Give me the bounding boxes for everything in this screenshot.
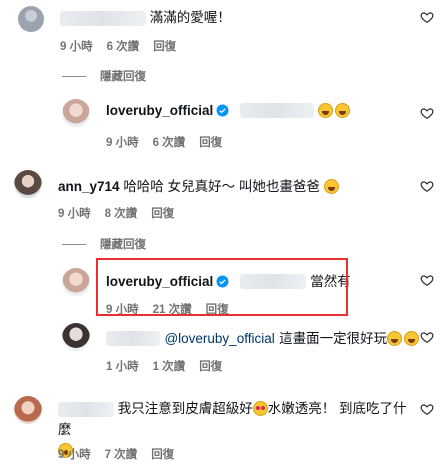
reply-meta: 9 小時 6 次讚 回復 xyxy=(106,134,236,150)
avatar[interactable] xyxy=(14,170,42,198)
highlight-box xyxy=(96,258,348,316)
reply-text: 這畫面一定很好玩 xyxy=(279,331,388,346)
laughing-emoji-icon xyxy=(387,331,403,346)
laughing-emoji-icon xyxy=(323,179,339,194)
verified-badge-icon xyxy=(216,104,229,117)
reply-button[interactable]: 回復 xyxy=(153,41,176,53)
blurred-username xyxy=(58,401,114,417)
reply-username[interactable]: loveruby_official xyxy=(106,103,213,118)
comment-username[interactable]: ann_y714 xyxy=(58,179,120,194)
blurred-mention xyxy=(239,103,314,119)
reply-likes[interactable]: 1 次讚 xyxy=(153,361,186,373)
reply-button[interactable]: 回復 xyxy=(199,137,222,149)
reply-header: @loveruby_official 這畫面一定很好玩 xyxy=(106,327,420,348)
heart-icon[interactable] xyxy=(420,179,434,193)
avatar[interactable] xyxy=(62,268,90,296)
heart-icon[interactable] xyxy=(420,273,434,287)
heart-icon[interactable] xyxy=(420,106,434,120)
comment-likes[interactable]: 7 次讚 xyxy=(105,449,138,461)
avatar[interactable] xyxy=(14,396,42,424)
reply-button[interactable]: 回復 xyxy=(151,449,174,461)
avatar[interactable] xyxy=(18,6,44,32)
hide-replies-button[interactable]: 隱藏回復 xyxy=(62,236,146,252)
reply-header: loveruby_official xyxy=(106,102,351,120)
comment-text: 滿滿的愛喔！ xyxy=(60,6,231,26)
comment-time: 9 小時 xyxy=(60,41,93,53)
heart-eyes-emoji-icon xyxy=(252,401,268,416)
reply-time: 9 小時 xyxy=(106,137,139,149)
divider-dash xyxy=(62,76,86,78)
hide-replies-button[interactable]: 隱藏回復 xyxy=(62,68,146,84)
comment-likes[interactable]: 8 次讚 xyxy=(105,208,138,220)
comment-time: 9 小時 xyxy=(58,449,91,461)
comment-text: ann_y714 哈哈哈 女兒真好～ 叫她也畫爸爸 xyxy=(58,175,339,195)
laughing-emoji-icon xyxy=(318,103,334,118)
reply-time: 1 小時 xyxy=(106,361,139,373)
reply-mention[interactable]: @loveruby_official xyxy=(164,331,274,346)
avatar[interactable] xyxy=(62,323,90,351)
divider-dash xyxy=(62,244,86,246)
comment-likes[interactable]: 6 次讚 xyxy=(107,41,140,53)
reply-meta: 1 小時 1 次讚 回復 xyxy=(106,358,236,374)
comment-meta: 9 小時 6 次讚 回復 xyxy=(60,38,190,54)
blurred-username xyxy=(60,10,146,26)
reply-likes[interactable]: 6 次讚 xyxy=(153,137,186,149)
laughing-emoji-icon xyxy=(335,103,351,118)
blurred-username xyxy=(106,331,160,347)
reply-button[interactable]: 回復 xyxy=(199,361,222,373)
comment-meta: 9 小時 7 次讚 回復 xyxy=(58,446,188,462)
comment-meta: 9 小時 8 次讚 回復 xyxy=(58,205,188,221)
reply-button[interactable]: 回復 xyxy=(151,208,174,220)
heart-icon[interactable] xyxy=(420,330,434,344)
comment-time: 9 小時 xyxy=(58,208,91,220)
heart-icon[interactable] xyxy=(420,10,434,24)
avatar[interactable] xyxy=(62,99,90,127)
heart-icon[interactable] xyxy=(420,402,434,416)
laughing-emoji-icon xyxy=(404,331,420,346)
